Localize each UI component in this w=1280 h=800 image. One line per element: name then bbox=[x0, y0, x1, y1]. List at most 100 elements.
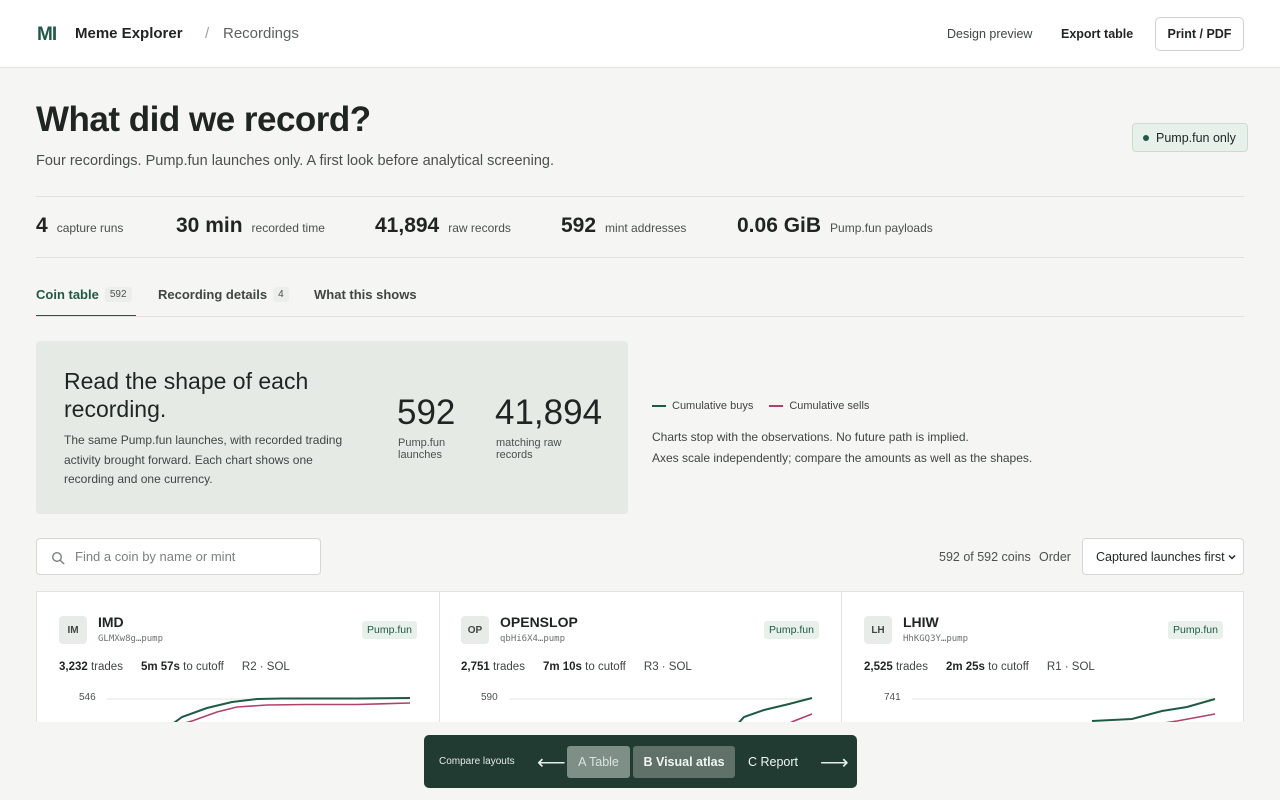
chevron-down-icon bbox=[1228, 554, 1236, 560]
legend-item-buys: Cumulative buys bbox=[652, 400, 753, 412]
cutoff-label: to cutoff bbox=[585, 661, 626, 673]
coin-card[interactable]: LH LHIW HhKGQ3Y…pump Pump.fun 2,525 trad… bbox=[842, 592, 1243, 722]
records-label: matching raw records bbox=[496, 437, 562, 461]
stat-value: 0.06 GiB bbox=[737, 214, 822, 237]
legend-item-sells: Cumulative sells bbox=[769, 400, 869, 412]
coin-avatar: OP bbox=[461, 616, 489, 644]
search-input[interactable] bbox=[75, 539, 315, 574]
launches-label: Pump.fun launches bbox=[398, 437, 446, 461]
tab-coin-table[interactable]: Coin table 592 bbox=[36, 287, 132, 302]
cumulative-trades-chart bbox=[107, 697, 411, 722]
cutoff-stat: 5m 57s to cutoff bbox=[141, 661, 224, 673]
trades-value: 2,525 bbox=[864, 661, 893, 673]
stat-label: mint addresses bbox=[605, 221, 687, 235]
stat-value: 30 min bbox=[176, 214, 243, 237]
badge-label: Pump.fun only bbox=[1156, 130, 1236, 145]
search-icon bbox=[51, 551, 65, 565]
tabs-divider bbox=[36, 316, 1244, 317]
cutoff-label: to cutoff bbox=[988, 661, 1029, 673]
app-name[interactable]: Meme Explorer bbox=[75, 25, 183, 42]
run-currency: R3 · SOL bbox=[643, 661, 692, 673]
coin-mint: qbHi6X4…pump bbox=[500, 634, 566, 644]
legend-label: Cumulative sells bbox=[789, 400, 870, 412]
coin-name: OPENSLOP bbox=[500, 614, 578, 630]
prev-layout-arrow-icon[interactable]: ⟵ bbox=[537, 750, 566, 775]
cutoff-value: 2m 25s bbox=[945, 661, 985, 673]
trades-value: 3,232 bbox=[59, 661, 88, 673]
status-dot-icon bbox=[1143, 134, 1149, 141]
coin-mint: GLMXw8g…pump bbox=[98, 634, 164, 644]
order-selected-value: Captured launches first bbox=[1096, 549, 1225, 564]
platform-filter-badge: Pump.fun only bbox=[1132, 123, 1248, 152]
tab-count-badge: 4 bbox=[273, 287, 289, 302]
chart-note: Axes scale independently; compare the am… bbox=[652, 451, 1033, 465]
trades-stat: 2,525 trades bbox=[864, 661, 928, 673]
cutoff-value: 7m 10s bbox=[542, 661, 582, 673]
trades-value: 2,751 bbox=[461, 661, 490, 673]
breadcrumb-separator: / bbox=[205, 25, 210, 42]
tab-recording-details[interactable]: Recording details 4 bbox=[158, 287, 289, 302]
layout-b-visual-atlas-button[interactable]: B Visual atlas bbox=[633, 746, 735, 778]
coin-search-box[interactable] bbox=[36, 538, 321, 575]
stat-label: Pump.fun payloads bbox=[830, 221, 933, 235]
summary-panel: Read the shape of each recording. The sa… bbox=[36, 341, 628, 514]
cumulative-trades-chart bbox=[912, 698, 1216, 722]
compare-layouts-bar: Compare layouts ⟵ A Table B Visual atlas… bbox=[424, 735, 857, 788]
buys-line bbox=[173, 697, 411, 722]
summary-description: The same Pump.fun launches, with recorde… bbox=[64, 433, 343, 486]
next-layout-arrow-icon[interactable]: ⟶ bbox=[820, 750, 849, 775]
y-axis-tick: 546 bbox=[79, 692, 96, 703]
launches-count: 592 bbox=[397, 393, 456, 432]
coin-meta: 2,525 trades 2m 25s to cutoff R1 · SOL bbox=[864, 661, 1095, 673]
y-axis-tick: 590 bbox=[481, 692, 498, 703]
print-pdf-button[interactable]: Print / PDF bbox=[1155, 17, 1244, 51]
stat-capture-runs: 4 capture runs bbox=[36, 214, 123, 238]
records-count: 41,894 bbox=[495, 393, 603, 432]
top-bar: MI Meme Explorer / Recordings Design pre… bbox=[0, 0, 1280, 68]
sells-line-swatch bbox=[769, 405, 784, 407]
coin-card[interactable]: OP OPENSLOP qbHi6X4…pump Pump.fun 2,751 … bbox=[439, 592, 842, 722]
tab-what-this-shows[interactable]: What this shows bbox=[314, 287, 417, 302]
trades-label: trades bbox=[90, 661, 123, 673]
chart-note: Charts stop with the observations. No fu… bbox=[652, 430, 969, 444]
trades-label: trades bbox=[895, 661, 928, 673]
layout-c-report-button[interactable]: C Report bbox=[742, 746, 804, 778]
coin-avatar: IM bbox=[59, 616, 87, 644]
design-preview-link[interactable]: Design preview bbox=[947, 27, 1032, 41]
tab-label: What this shows bbox=[314, 287, 417, 302]
cutoff-value: 5m 57s bbox=[140, 661, 180, 673]
coin-meta: 2,751 trades 7m 10s to cutoff R3 · SOL bbox=[461, 661, 692, 673]
stat-value: 592 bbox=[561, 214, 597, 237]
coin-card-grid: IM IMD GLMXw8g…pump Pump.fun 3,232 trade… bbox=[36, 591, 1244, 722]
export-table-button[interactable]: Export table bbox=[1061, 27, 1133, 41]
stat-value: 4 bbox=[36, 214, 48, 237]
trades-label: trades bbox=[492, 661, 525, 673]
order-select[interactable]: Captured launches first bbox=[1082, 538, 1244, 575]
stat-label: raw records bbox=[448, 221, 511, 235]
app-logo[interactable]: MI bbox=[37, 24, 57, 46]
trades-stat: 2,751 trades bbox=[461, 661, 525, 673]
page-subtitle: Four recordings. Pump.fun launches only.… bbox=[36, 153, 554, 169]
chart-legend: Cumulative buys Cumulative sells bbox=[652, 400, 869, 412]
stat-raw-records: 41,894 raw records bbox=[375, 214, 511, 238]
cutoff-stat: 2m 25s to cutoff bbox=[946, 661, 1029, 673]
tab-count-badge: 592 bbox=[104, 287, 132, 302]
run-currency: R2 · SOL bbox=[241, 661, 290, 673]
platform-tag: Pump.fun bbox=[362, 621, 417, 639]
tab-label: Coin table bbox=[36, 287, 99, 302]
stat-mint-addresses: 592 mint addresses bbox=[561, 214, 686, 238]
cumulative-trades-chart bbox=[509, 697, 813, 722]
layout-a-table-button[interactable]: A Table bbox=[567, 746, 630, 778]
stat-label: recorded time bbox=[251, 221, 325, 235]
page-title: What did we record? bbox=[36, 100, 371, 139]
cutoff-label: to cutoff bbox=[183, 661, 224, 673]
coin-name: IMD bbox=[98, 614, 124, 630]
breadcrumb-current: Recordings bbox=[223, 25, 299, 42]
legend-label: Cumulative buys bbox=[672, 400, 754, 412]
stat-value: 41,894 bbox=[375, 214, 440, 237]
coin-card[interactable]: IM IMD GLMXw8g…pump Pump.fun 3,232 trade… bbox=[37, 592, 440, 722]
stat-payloads: 0.06 GiB Pump.fun payloads bbox=[737, 214, 933, 238]
order-label: Order bbox=[1039, 550, 1071, 564]
sells-line bbox=[789, 713, 813, 722]
stat-label: capture runs bbox=[56, 221, 124, 235]
